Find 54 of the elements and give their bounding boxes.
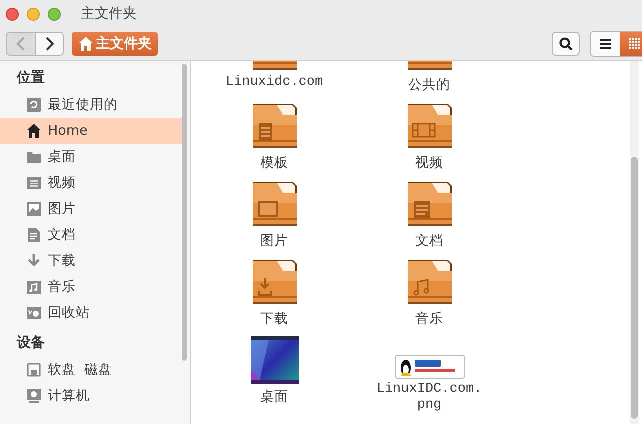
grid-icon: [628, 38, 641, 50]
file-name[interactable]: Linuxidc.com: [226, 75, 324, 91]
film-folder-icon: [406, 102, 454, 150]
window-control-icon[interactable]: [27, 8, 40, 20]
window-control-icon[interactable]: [48, 8, 61, 20]
file-name[interactable]: LinuxIDC.com.png: [376, 382, 482, 414]
scrollbar[interactable]: [182, 64, 187, 361]
music-folder-icon: [406, 258, 454, 306]
sidebar-item[interactable]: 文档: [0, 222, 182, 248]
grid-view-button[interactable]: [620, 32, 642, 56]
sidebar-item[interactable]: 回收站: [0, 300, 182, 326]
sidebar-item[interactable]: 软盘 磁盘: [0, 357, 182, 383]
arrow-down-icon: [26, 253, 42, 269]
home-icon: [78, 36, 94, 52]
sidebar-item[interactable]: 视频: [0, 170, 182, 196]
window-title: 主文件夹: [81, 5, 137, 23]
file-name[interactable]: 文档: [416, 232, 444, 250]
template-folder-icon: [250, 102, 298, 150]
window-control-icon[interactable]: [6, 8, 19, 20]
image-folder-icon: [250, 180, 298, 228]
file-name[interactable]: 公共的: [408, 76, 450, 94]
film-icon: [26, 175, 42, 191]
sidebar-item[interactable]: 下载: [0, 248, 182, 274]
list-view-button[interactable]: [591, 32, 620, 56]
chevron-left-icon: [16, 37, 26, 51]
file-name[interactable]: 音乐: [416, 310, 444, 328]
file-name[interactable]: 图片: [260, 232, 288, 250]
folder-icon: [26, 149, 42, 165]
clock-icon: [26, 97, 42, 113]
sidebar-item[interactable]: 计算机: [0, 383, 182, 409]
computer-icon: [26, 388, 42, 404]
sidebar-item[interactable]: Home: [0, 118, 182, 144]
sidebar-item[interactable]: 桌面: [0, 144, 182, 170]
chevron-right-icon: [44, 37, 54, 51]
forward-button[interactable]: [35, 33, 63, 55]
document-folder-icon: [406, 180, 454, 228]
file-name[interactable]: 模板: [260, 154, 288, 172]
download-folder-icon: [250, 258, 298, 306]
document-icon: [26, 227, 42, 243]
section-heading: 设备: [16, 334, 46, 353]
home-icon: [26, 123, 42, 139]
search-button[interactable]: [552, 32, 580, 56]
search-icon: [559, 37, 573, 51]
file-name[interactable]: 下载: [260, 310, 288, 328]
sidebar-item[interactable]: 最近使用的: [0, 92, 182, 118]
file-name[interactable]: 桌面: [260, 388, 288, 406]
music-note-icon: [26, 279, 42, 295]
section-heading: 位置: [16, 69, 46, 88]
image-icon: [26, 201, 42, 217]
file-name[interactable]: 视频: [416, 154, 444, 172]
sidebar-item[interactable]: 图片: [0, 196, 182, 222]
list-icon: [599, 38, 612, 50]
scrollbar[interactable]: [631, 157, 638, 419]
sidebar-item[interactable]: 音乐: [0, 274, 182, 300]
